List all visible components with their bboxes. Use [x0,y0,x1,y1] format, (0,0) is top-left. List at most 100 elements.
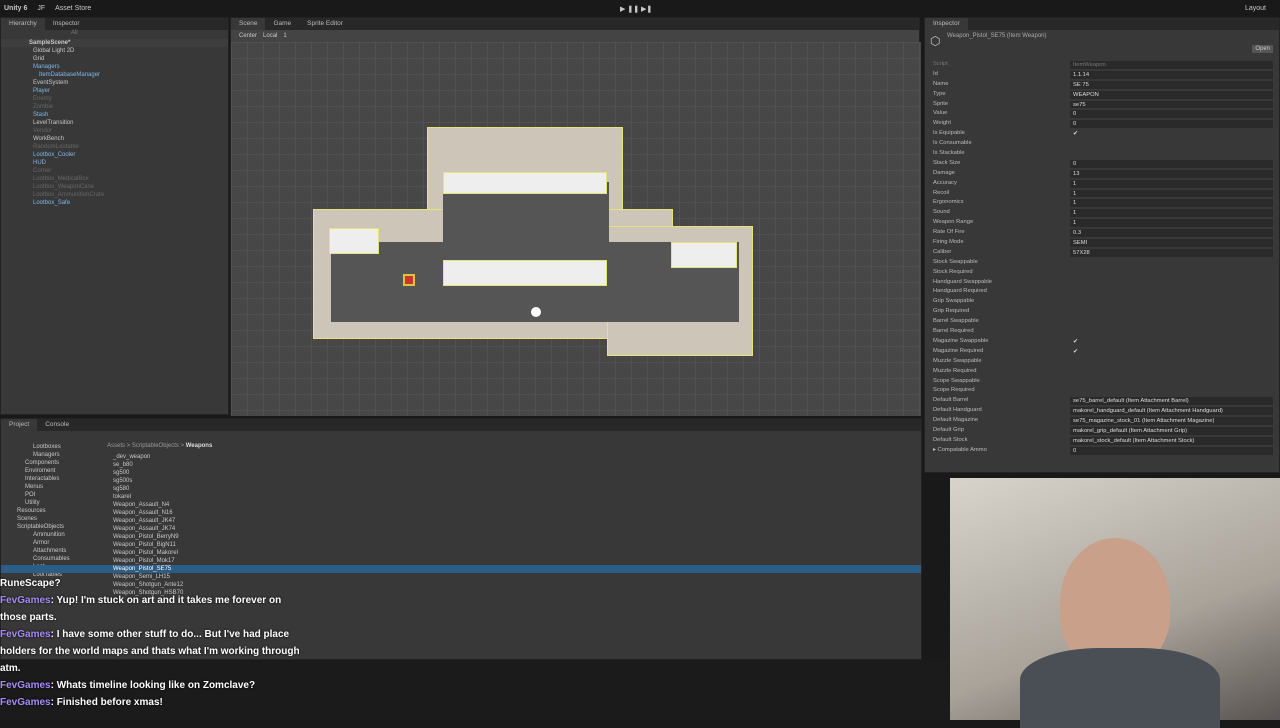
asset-item[interactable]: Weapon_Pistol_SE75 [1,565,921,573]
field-value[interactable]: makorel_grip_default (Item Attachment Gr… [1070,426,1273,435]
breadcrumb-scriptableobjects[interactable]: ScriptableObjects [132,443,179,449]
hierarchy-item[interactable]: HUD [1,159,228,167]
breadcrumb-assets[interactable]: Assets [107,443,125,449]
folder-item[interactable]: Lootboxes [1,443,101,451]
hierarchy-item[interactable]: LevelTransition [1,119,228,127]
asset-store-button[interactable]: Asset Store [55,5,91,12]
asset-item[interactable]: tokarel [1,493,921,501]
hierarchy-item[interactable]: Enemy [1,95,228,103]
play-button[interactable]: ▶ ❚❚ ▶❚ [620,5,652,13]
asset-item[interactable]: Weapon_Assault_N4 [1,501,921,509]
field-value[interactable]: 0 [1070,446,1273,455]
hierarchy-item[interactable]: RandomLootable [1,143,228,151]
hierarchy-item[interactable]: Corner [1,167,228,175]
open-button[interactable]: Open [1252,45,1273,53]
pivot-dropdown[interactable]: Center [239,33,257,39]
field-value[interactable] [1070,387,1273,395]
field-value[interactable]: makorel_stock_default (Item Attachment S… [1070,436,1273,445]
hierarchy-item[interactable]: Lootbox_Cooler [1,151,228,159]
snap-field[interactable]: 1 [283,33,286,39]
asset-item[interactable]: Weapon_Pistol_Makorel [1,549,921,557]
hierarchy-item[interactable]: Global Light 2D [1,47,228,55]
asset-item[interactable]: Weapon_Pistol_BerryN9 [1,533,921,541]
scene-view[interactable]: Scene Game Sprite Editor Center Local 1 [230,17,921,416]
tab-console[interactable]: Console [37,419,77,431]
scene-root[interactable]: SampleScene* [1,39,228,47]
asset-item[interactable]: Weapon_Assault_JK47 [1,517,921,525]
field-value[interactable]: WEAPON [1070,90,1273,99]
hierarchy-item[interactable]: Vendor [1,127,228,135]
field-value[interactable]: 1 [1070,189,1273,198]
field-value[interactable]: ✔ [1070,348,1273,356]
field-value[interactable] [1070,308,1273,316]
asset-item[interactable]: Weapon_Assault_JK74 [1,525,921,533]
hierarchy-item[interactable]: Lootbox_Safe [1,199,228,207]
field-value[interactable]: 0 [1070,120,1273,129]
asset-item[interactable]: se_b80 [1,461,921,469]
field-value[interactable]: 0 [1070,110,1273,119]
field-value[interactable] [1070,140,1273,148]
layout-dropdown[interactable]: Layout [1245,5,1266,12]
hierarchy-item[interactable]: Player [1,87,228,95]
field-value[interactable]: SE 75 [1070,80,1273,89]
scene-canvas[interactable] [231,42,921,416]
field-value[interactable] [1070,368,1273,376]
hierarchy-item[interactable]: Lootbox_WeaponCase [1,183,228,191]
hierarchy-item[interactable]: Lootbox_MedicalBox [1,175,228,183]
field-value[interactable] [1070,318,1273,326]
field-value[interactable]: ✔ [1070,338,1273,346]
hierarchy-item[interactable]: ItemDatabaseManager [1,71,228,79]
asset-item[interactable]: Weapon_Pistol_Mok17 [1,557,921,565]
field-value[interactable]: 1.1.14 [1070,70,1273,79]
field-value[interactable] [1070,150,1273,158]
field-value[interactable]: 57X28 [1070,248,1273,257]
account-dropdown[interactable]: JF [37,5,45,12]
field-value[interactable]: ✔ [1070,130,1273,138]
field-value[interactable] [1070,378,1273,386]
space-dropdown[interactable]: Local [263,33,277,39]
field-value[interactable] [1070,288,1273,296]
field-value[interactable] [1070,298,1273,306]
unity-logo[interactable]: Unity 6 [4,5,27,12]
field-value[interactable] [1070,358,1273,366]
field-value[interactable]: 1 [1070,179,1273,188]
asset-item[interactable]: sg580 [1,485,921,493]
tab-hierarchy[interactable]: Hierarchy [1,18,45,30]
breadcrumb-weapons[interactable]: Weapons [186,443,213,449]
field-value[interactable]: SEMI [1070,239,1273,247]
tab-inspector-main[interactable]: Inspector [925,18,968,30]
asset-item[interactable]: Weapon_Pistol_BigN11 [1,541,921,549]
hierarchy-item[interactable]: WorkBench [1,135,228,143]
tab-sprite-editor[interactable]: Sprite Editor [299,18,351,30]
field-value[interactable]: se75_barrel_default (Item Attachment Bar… [1070,397,1273,406]
field-value[interactable]: 1 [1070,199,1273,208]
field-value[interactable] [1070,259,1273,267]
asset-item[interactable]: sg500 [1,469,921,477]
field-value[interactable]: 13 [1070,169,1273,178]
hierarchy-search[interactable]: All [1,30,228,39]
tab-inspector[interactable]: Inspector [45,18,88,30]
asset-item[interactable]: sg500s [1,477,921,485]
field-value[interactable]: ItemWeapon [1070,61,1273,69]
tab-game[interactable]: Game [265,18,299,30]
hierarchy-item[interactable]: Lootbox_AmmunitionCrate [1,191,228,199]
hierarchy-item[interactable]: EventSystem [1,79,228,87]
tab-project[interactable]: Project [1,419,38,431]
field-value[interactable]: se75_magazine_stock_01 (Item Attachment … [1070,417,1273,425]
hierarchy-item[interactable]: Managers [1,63,228,71]
field-value[interactable] [1070,328,1273,336]
field-value[interactable]: makorel_handguard_default (Item Attachme… [1070,407,1273,416]
hierarchy-item[interactable]: Stash [1,111,228,119]
field-value[interactable]: 0 [1070,159,1273,168]
hierarchy-item[interactable]: Grid [1,55,228,63]
field-value[interactable] [1070,279,1273,287]
field-value[interactable]: 0.3 [1070,229,1273,238]
field-value[interactable]: 1 [1070,219,1273,228]
field-value[interactable] [1070,269,1273,277]
asset-item[interactable]: Weapon_Assault_N16 [1,509,921,517]
field-value[interactable]: se75 [1070,100,1273,109]
tab-scene[interactable]: Scene [231,18,266,30]
field-value[interactable]: 1 [1070,209,1273,218]
hierarchy-item[interactable]: Zombie [1,103,228,111]
asset-item[interactable]: _dev_weapon [1,453,921,461]
